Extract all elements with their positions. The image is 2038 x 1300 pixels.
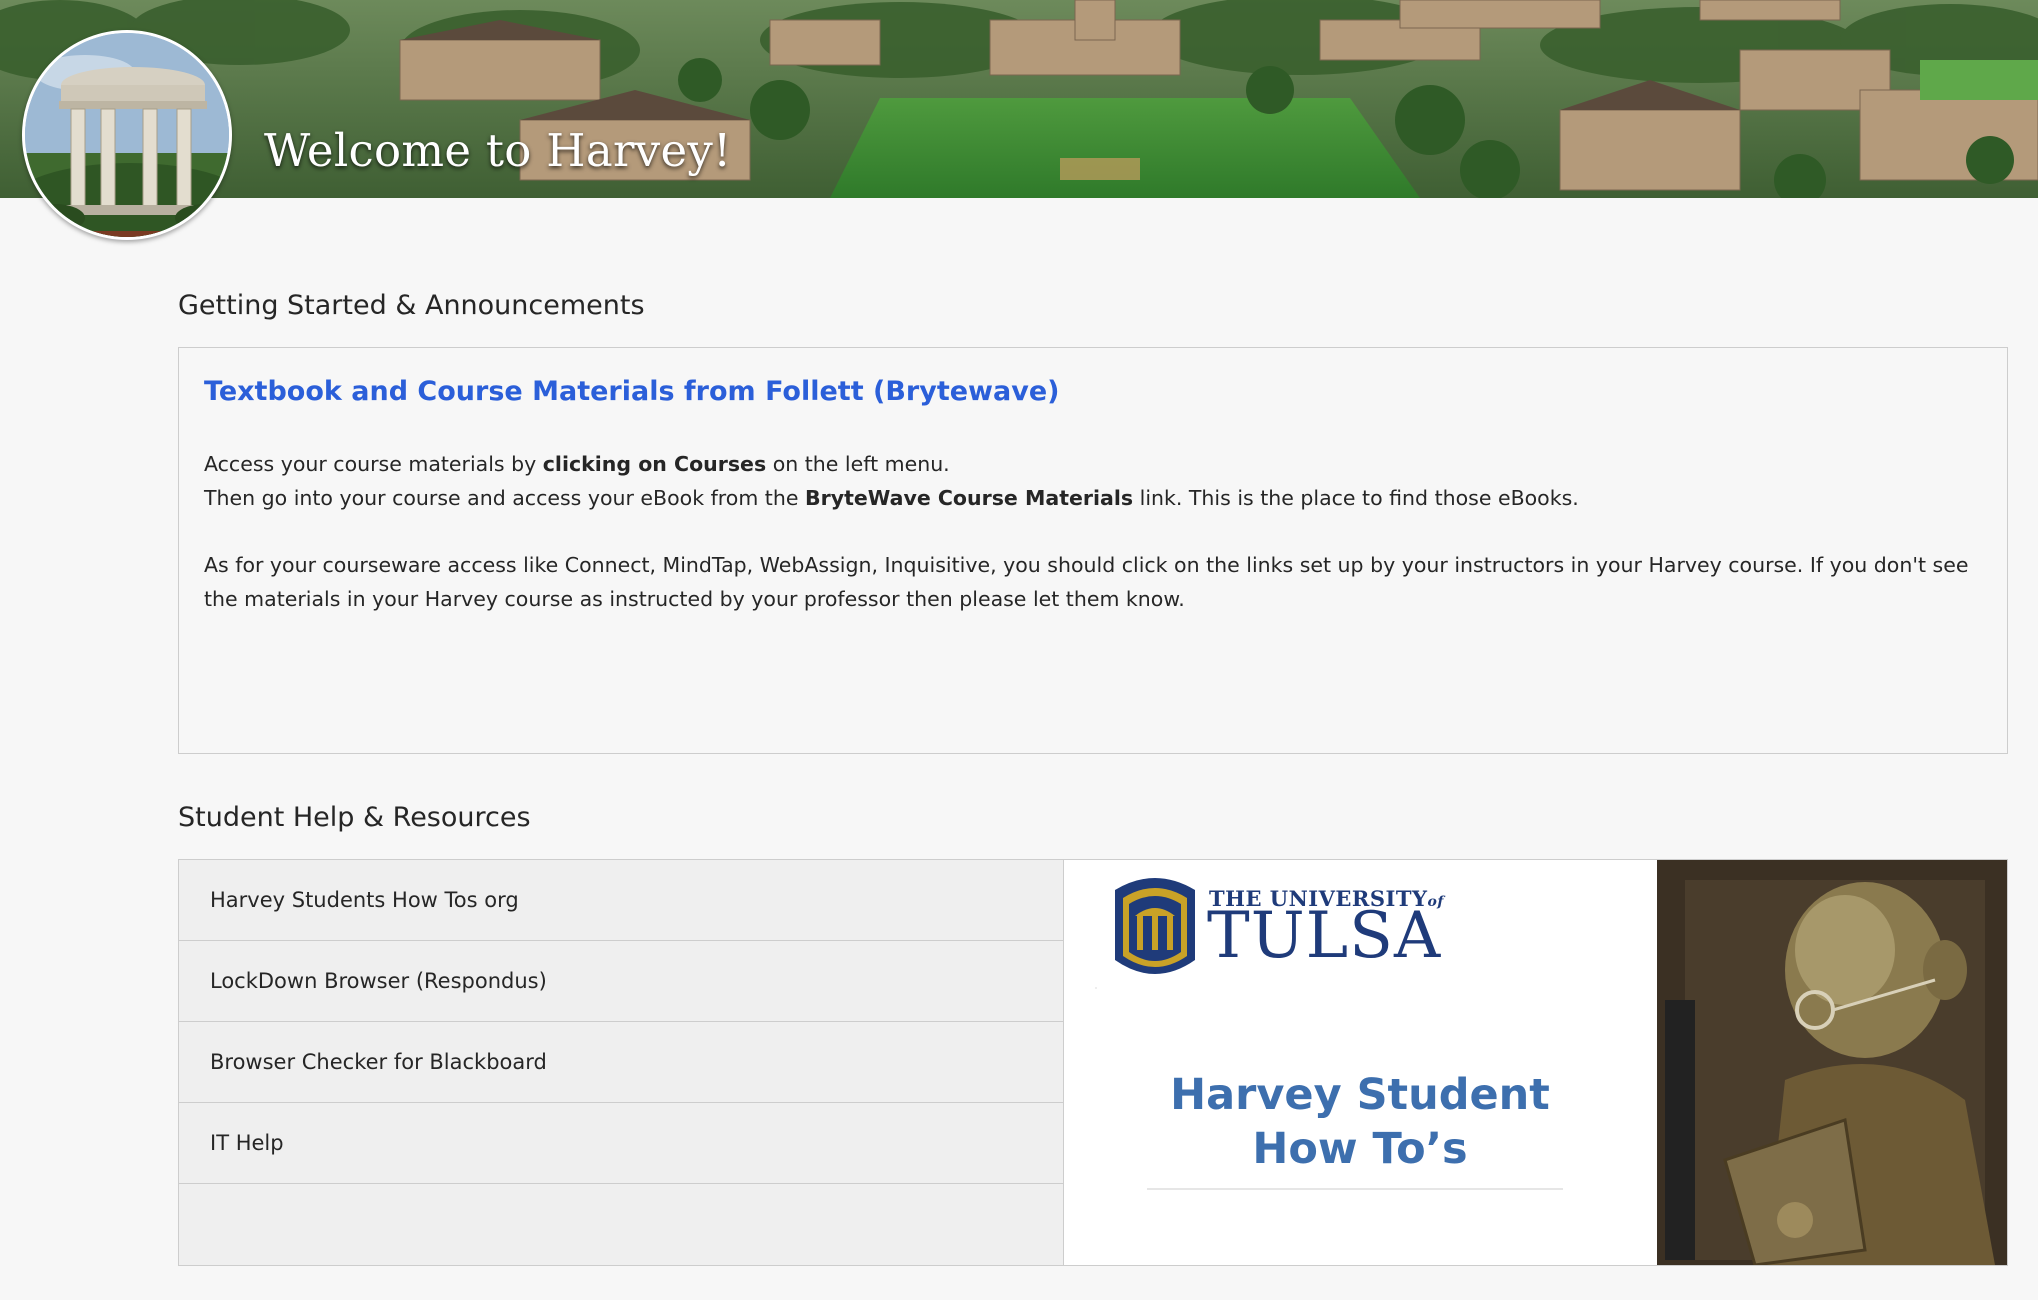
- text-span: link. This is the place to find those eB…: [1133, 486, 1579, 510]
- announcement-title-link[interactable]: Textbook and Course Materials from Folle…: [204, 376, 1982, 407]
- text-span: Then go into your course and access your…: [204, 486, 805, 510]
- gazebo-image: [25, 33, 229, 237]
- how-tos-title: Harvey Student How To’s: [1145, 1068, 1575, 1176]
- course-avatar: [22, 30, 232, 240]
- how-tos-title-line-2: How To’s: [1252, 1124, 1468, 1174]
- announcement-card: Textbook and Course Materials from Folle…: [178, 347, 2008, 754]
- tulsa-logo-main: TULSA: [1207, 899, 1442, 973]
- student-help-heading: Student Help & Resources: [178, 802, 531, 833]
- bold-text: clicking on Courses: [542, 452, 767, 476]
- announcement-line-1: Access your course materials by clicking…: [204, 447, 1982, 481]
- bold-text: BryteWave Course Materials: [804, 486, 1134, 510]
- banner: Welcome to Harvey!: [0, 0, 2038, 198]
- announcement-body: Access your course materials by clicking…: [204, 447, 1982, 616]
- resource-link-it-help[interactable]: IT Help: [179, 1103, 1063, 1184]
- text-span: on the left menu.: [766, 452, 950, 476]
- resource-link-browser-checker[interactable]: Browser Checker for Blackboard: [179, 1022, 1063, 1103]
- resource-link-how-tos[interactable]: Harvey Students How Tos org: [179, 860, 1063, 941]
- divider: [1147, 1188, 1563, 1190]
- announcement-paragraph-2: As for your courseware access like Conne…: [204, 553, 1969, 611]
- text-span: Access your course materials by: [204, 452, 543, 476]
- how-tos-promo-image[interactable]: THE UNIVERSITYof TULSA Harvey Student Ho…: [1065, 860, 2007, 1265]
- banner-title: Welcome to Harvey!: [264, 124, 732, 177]
- how-tos-title-line-1: Harvey Student: [1170, 1070, 1550, 1120]
- student-help-module: Harvey Students How Tos org LockDown Bro…: [178, 859, 2008, 1266]
- resource-link-lockdown-browser[interactable]: LockDown Browser (Respondus): [179, 941, 1063, 1022]
- announcement-line-2: Then go into your course and access your…: [204, 481, 1982, 515]
- resource-list-filler: [179, 1184, 1063, 1265]
- resource-link-list: Harvey Students How Tos org LockDown Bro…: [179, 860, 1064, 1265]
- getting-started-heading: Getting Started & Announcements: [178, 290, 645, 321]
